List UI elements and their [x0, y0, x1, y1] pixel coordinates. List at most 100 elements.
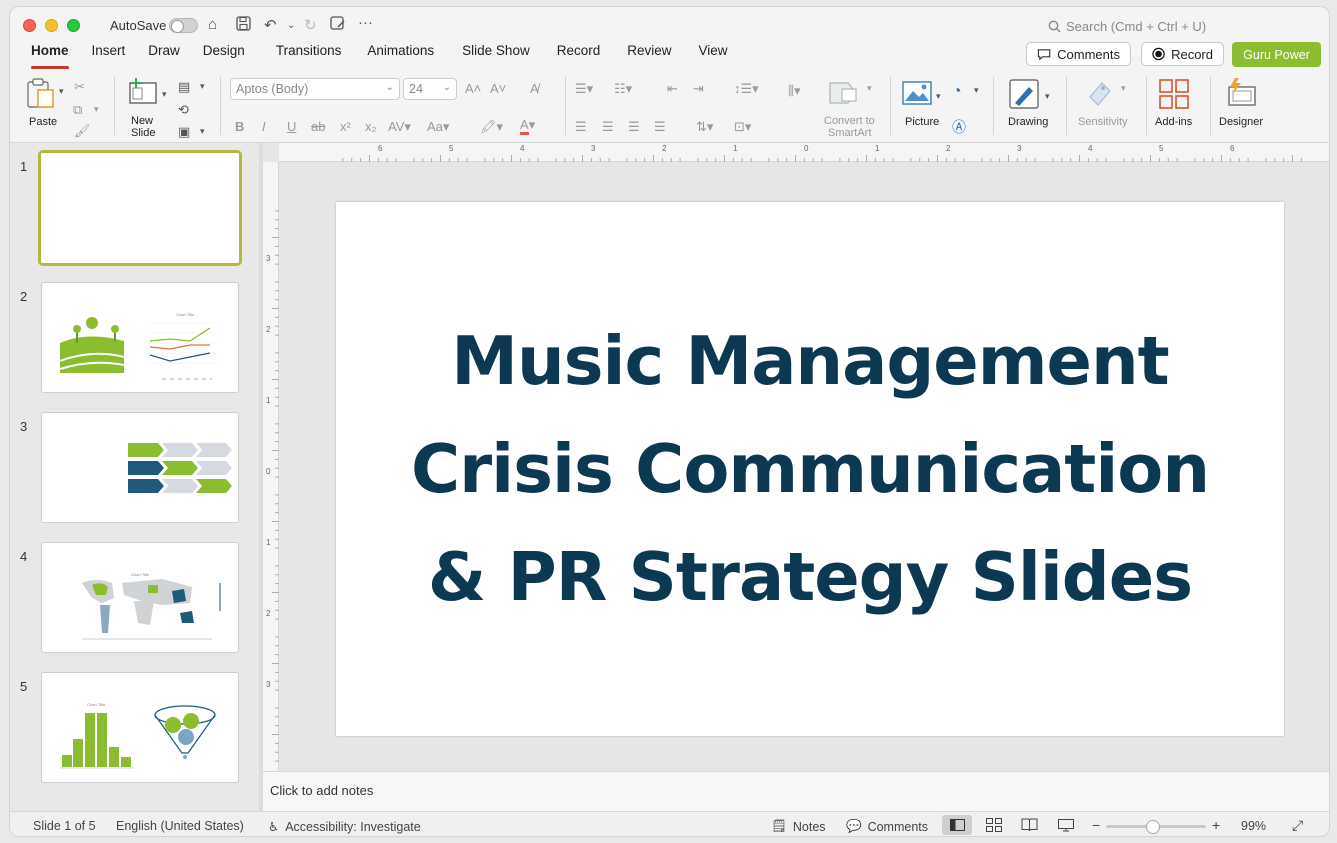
- status-comments-button[interactable]: 💬 Comments: [846, 819, 928, 834]
- align-center-icon[interactable]: ☰: [602, 119, 614, 135]
- change-case-icon[interactable]: Aa▾: [427, 119, 449, 135]
- notes-pane[interactable]: Click to add notes: [263, 771, 1329, 811]
- comments-button[interactable]: Comments: [1026, 42, 1131, 66]
- slide-thumbnail-3[interactable]: [41, 412, 239, 523]
- new-slide-dropdown-icon[interactable]: ▾: [162, 89, 167, 100]
- slide-thumbnail-1[interactable]: [38, 150, 242, 266]
- search-box[interactable]: Search (Cmd + Ctrl + U): [1048, 19, 1206, 34]
- drawing-button[interactable]: Drawing: [1003, 69, 1053, 139]
- slide-sorter-button[interactable]: [986, 818, 1002, 835]
- font-size-select[interactable]: 24 ⌄: [403, 78, 457, 100]
- zoom-window-button[interactable]: [67, 19, 80, 32]
- customize-icon[interactable]: [330, 16, 346, 35]
- save-icon[interactable]: [236, 16, 251, 35]
- font-name-select[interactable]: Aptos (Body) ⌄: [230, 78, 400, 100]
- designer-button[interactable]: Designer: [1216, 69, 1270, 139]
- slide-thumbnail-5[interactable]: Chart Title: [41, 672, 239, 783]
- align-text-icon[interactable]: ⊡▾: [734, 119, 751, 135]
- highlight-icon[interactable]: 🖍▾: [480, 119, 503, 135]
- tab-insert[interactable]: Insert: [81, 43, 138, 67]
- decrease-indent-icon[interactable]: ⇤: [667, 81, 678, 97]
- strikethrough-icon[interactable]: ab: [311, 119, 325, 134]
- chevron-down-icon: ⌄: [442, 82, 451, 93]
- zoom-in-button[interactable]: +: [1212, 817, 1220, 833]
- copy-icon[interactable]: ⧉: [73, 102, 82, 118]
- minimize-window-button[interactable]: [45, 19, 58, 32]
- accessibility-status[interactable]: ♿ Accessibility: Investigate: [268, 819, 421, 835]
- language-status[interactable]: English (United States): [116, 819, 244, 833]
- tab-design[interactable]: Design: [192, 43, 257, 67]
- undo-icon[interactable]: ↶: [264, 16, 277, 34]
- tab-transitions[interactable]: Transitions: [257, 43, 354, 67]
- tab-review[interactable]: Review: [612, 43, 683, 67]
- redo-icon[interactable]: ↻: [304, 16, 317, 34]
- section-dropdown-icon[interactable]: ▾: [200, 126, 205, 137]
- format-painter-icon[interactable]: 🖌: [74, 123, 91, 139]
- zoom-slider-thumb[interactable]: [1146, 820, 1160, 834]
- reading-view-button[interactable]: [1021, 818, 1038, 835]
- new-slide-button[interactable]: New Slide: [124, 69, 169, 139]
- character-spacing-icon[interactable]: AV▾: [388, 119, 411, 135]
- columns-icon[interactable]: ⫼▾: [788, 83, 801, 99]
- numbering-icon[interactable]: ☷▾: [614, 81, 632, 97]
- layout-dropdown-icon[interactable]: ▾: [200, 81, 205, 92]
- italic-icon[interactable]: I: [262, 119, 266, 134]
- tab-record[interactable]: Record: [542, 43, 613, 67]
- clear-format-icon[interactable]: A̸: [530, 81, 539, 96]
- slide-thumbnail-2[interactable]: Chart Title: [41, 282, 239, 393]
- record-button[interactable]: Record: [1141, 42, 1224, 66]
- tab-view[interactable]: View: [684, 43, 740, 67]
- font-color-icon[interactable]: A▾: [520, 117, 535, 135]
- text-box-icon[interactable]: Ⓐ: [952, 117, 966, 137]
- increase-font-icon[interactable]: A˄: [465, 81, 481, 96]
- convert-smartart-button[interactable]: ▾ Convert to SmartArt: [818, 69, 880, 139]
- underline-icon[interactable]: U: [287, 119, 296, 134]
- slide-canvas[interactable]: Music Management Crisis Communication & …: [336, 202, 1284, 736]
- align-right-icon[interactable]: ☰: [628, 119, 640, 135]
- tab-home[interactable]: Home: [20, 43, 81, 69]
- fit-to-window-icon[interactable]: ⤢: [1292, 817, 1303, 834]
- accessibility-icon: ♿: [268, 820, 280, 834]
- slide-title[interactable]: Music Management Crisis Communication & …: [411, 307, 1210, 631]
- decrease-font-icon[interactable]: A˅: [490, 81, 506, 96]
- copy-dropdown-icon[interactable]: ▾: [94, 104, 99, 115]
- tab-draw[interactable]: Draw: [137, 43, 192, 67]
- guru-power-button[interactable]: Guru Power: [1232, 42, 1321, 67]
- autosave-toggle[interactable]: [169, 18, 198, 33]
- text-direction-icon[interactable]: ⇅▾: [696, 119, 713, 135]
- add-ins-button[interactable]: Add-ins: [1152, 69, 1198, 139]
- section-icon[interactable]: ▣: [178, 124, 190, 140]
- normal-view-button[interactable]: [942, 815, 972, 835]
- bold-icon[interactable]: B: [235, 119, 244, 134]
- layout-icon[interactable]: ▤: [178, 79, 190, 95]
- superscript-icon[interactable]: x²: [340, 119, 351, 134]
- tab-animations[interactable]: Animations: [353, 43, 446, 67]
- picture-dropdown-icon[interactable]: ▾: [936, 91, 941, 102]
- zoom-level[interactable]: 99%: [1241, 819, 1266, 833]
- line-spacing-icon[interactable]: ↕☰▾: [734, 81, 759, 97]
- shapes-dropdown-icon[interactable]: ▾: [974, 85, 979, 96]
- drawing-dropdown-icon[interactable]: ▾: [1045, 91, 1050, 102]
- tab-slide-show[interactable]: Slide Show: [446, 43, 542, 67]
- notes-button[interactable]: 🗒 Notes: [771, 819, 826, 834]
- paste-button[interactable]: Paste: [24, 69, 68, 139]
- reset-icon[interactable]: ⟲: [178, 102, 189, 118]
- bullets-icon[interactable]: ☰▾: [575, 81, 593, 97]
- undo-dropdown-icon[interactable]: ⌄: [287, 20, 295, 31]
- zoom-out-button[interactable]: −: [1092, 817, 1100, 833]
- sensitivity-button[interactable]: ▾ Sensitivity: [1074, 69, 1140, 139]
- zoom-slider[interactable]: [1106, 820, 1206, 834]
- close-window-button[interactable]: [23, 19, 36, 32]
- presenter-view-button[interactable]: [1058, 818, 1074, 835]
- justify-icon[interactable]: ☰: [654, 119, 666, 135]
- shapes-icon[interactable]: ◔: [952, 83, 962, 101]
- paste-dropdown-icon[interactable]: ▾: [59, 86, 64, 97]
- home-icon[interactable]: ⌂: [208, 16, 217, 33]
- align-left-icon[interactable]: ☰: [575, 119, 587, 135]
- increase-indent-icon[interactable]: ⇥: [693, 81, 704, 97]
- subscript-icon[interactable]: x₂: [365, 119, 377, 134]
- more-icon[interactable]: ···: [358, 14, 373, 31]
- picture-button[interactable]: Picture: [898, 69, 946, 139]
- slide-thumbnail-4[interactable]: Chart Title: [41, 542, 239, 653]
- cut-icon[interactable]: ✂: [74, 79, 85, 95]
